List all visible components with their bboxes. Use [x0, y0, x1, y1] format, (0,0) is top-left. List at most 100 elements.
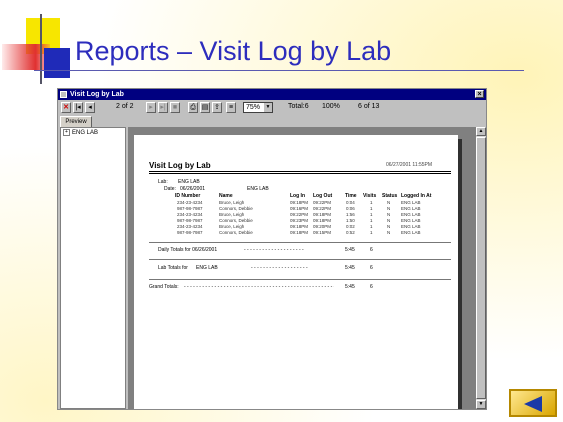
- lab-totals-lab: ENG LAB: [196, 265, 218, 271]
- cell-log-in: 09:16PM: [290, 206, 309, 211]
- tab-bar: Preview: [58, 116, 486, 127]
- report-printed-at: 06/27/2001 11:55PM: [386, 162, 433, 168]
- cell-status: N: [387, 224, 391, 229]
- date-value: 06/26/2001: [180, 186, 206, 192]
- date-label: Date:: [164, 186, 176, 192]
- cell-id: 234-23-4234: [177, 200, 203, 205]
- next-page-icon[interactable]: ▸: [146, 102, 156, 113]
- cell-logged-in-at: ENG LAB: [401, 218, 421, 223]
- tab-preview[interactable]: Preview: [60, 116, 92, 127]
- cell-id: 234-23-4234: [177, 224, 203, 229]
- slide-background: Reports – Visit Log by Lab Visit Log by …: [0, 0, 563, 422]
- report-title: Visit Log by Lab: [149, 161, 211, 170]
- window-close-button[interactable]: ×: [475, 90, 484, 98]
- zoom-select[interactable]: 75% ▼: [243, 102, 273, 113]
- cell-name: Bruce, Leigh: [219, 200, 245, 205]
- lab-totals-visits: 6: [370, 265, 373, 271]
- cell-log-in: 09:23PM: [290, 218, 309, 223]
- cell-id: 987-98-7987: [177, 206, 203, 211]
- group-tree: + ENG LAB: [60, 127, 126, 409]
- cell-log-in: 09:18PM: [290, 224, 309, 229]
- chevron-down-icon[interactable]: ▼: [264, 103, 272, 112]
- scroll-up-icon[interactable]: ▲: [476, 127, 486, 136]
- cell-logged-in-at: ENG LAB: [401, 200, 421, 205]
- lab-totals-time: 5:45: [345, 265, 355, 271]
- cell-name: Bruce, Leigh: [219, 212, 245, 217]
- close-report-button[interactable]: ✕: [61, 102, 71, 113]
- tree-item-label: ENG LAB: [72, 130, 99, 137]
- decor-vertical-line: [40, 14, 42, 84]
- cell-logged-in-at: ENG LAB: [401, 230, 421, 235]
- last-page-icon[interactable]: ▸|: [158, 102, 168, 113]
- app-icon: [60, 91, 67, 98]
- window-titlebar[interactable]: Visit Log by Lab ×: [58, 89, 486, 100]
- first-page-icon[interactable]: |◂: [73, 102, 83, 113]
- cell-id: 987-98-7987: [177, 218, 203, 223]
- daily-totals-dots: - - - - - - - - - - - - - - - - - - - -: [244, 247, 304, 253]
- cell-time: 0:06: [346, 206, 355, 211]
- scroll-down-icon[interactable]: ▼: [476, 400, 486, 409]
- col-id-number: ID Number: [175, 193, 201, 199]
- cell-logged-in-at: ENG LAB: [401, 212, 421, 217]
- col-status: Status: [382, 193, 398, 199]
- cell-status: N: [387, 206, 391, 211]
- toggle-tree-icon[interactable]: ≡: [226, 102, 236, 113]
- grand-totals-time: 5:45: [345, 284, 355, 290]
- scroll-thumb[interactable]: [476, 137, 486, 399]
- cell-log-in: 09:18PM: [290, 200, 309, 205]
- report-preview-area: Visit Log by Lab 06/27/2001 11:55PM Lab:…: [128, 127, 476, 409]
- grand-totals-dots: - - - - - - - - - - - - - - - - - - - - …: [184, 284, 334, 290]
- report-header-rule-2: [149, 173, 451, 174]
- col-visits: Visits: [363, 193, 377, 199]
- col-name: Name: [219, 193, 233, 199]
- cell-logged-in-at: ENG LAB: [401, 224, 421, 229]
- report-window: Visit Log by Lab × ✕ |◂ ◂ 2 of 2 ▸ ▸| ■ …: [57, 88, 487, 410]
- lab-label: Lab:: [158, 179, 168, 185]
- record-count: 6 of 13: [358, 103, 380, 110]
- cell-log-out: 09:15PM: [313, 230, 332, 235]
- cell-name: Connors, Debbie: [219, 218, 253, 223]
- lab-value: ENG LAB: [178, 179, 200, 185]
- cell-status: N: [387, 212, 391, 217]
- report-header-rule: [149, 171, 451, 172]
- lab-totals-label: Lab Totals for: [158, 265, 188, 271]
- print-setup-icon[interactable]: ▤: [200, 102, 210, 113]
- export-icon[interactable]: ⇪: [212, 102, 222, 113]
- cell-time: 0:02: [346, 224, 355, 229]
- decor-blue-square: [44, 48, 70, 78]
- grand-totals-visits: 6: [370, 284, 373, 290]
- lab-totals-rule: [149, 259, 451, 260]
- print-icon[interactable]: ⎙: [188, 102, 198, 113]
- date-lab-value: ENG LAB: [247, 186, 269, 192]
- cell-name: Connors, Debbie: [219, 230, 253, 235]
- cell-log-in: 09:18PM: [290, 230, 309, 235]
- cell-visits: 1: [370, 230, 373, 235]
- grand-totals-label: Grand Totals:: [149, 284, 179, 290]
- total-count: Total:6: [288, 103, 309, 110]
- col-log-out: Log Out: [313, 193, 333, 199]
- zoom-value: 75%: [246, 104, 261, 111]
- back-nav-button[interactable]: [509, 389, 557, 417]
- stop-icon[interactable]: ■: [170, 102, 180, 113]
- cell-name: Bruce, Leigh: [219, 224, 245, 229]
- expand-icon[interactable]: +: [63, 129, 70, 136]
- cell-logged-in-at: ENG LAB: [401, 206, 421, 211]
- cell-time: 1:56: [346, 212, 355, 217]
- cell-id: 234-23-4234: [177, 212, 203, 217]
- previous-page-icon[interactable]: ◂: [85, 102, 95, 113]
- col-time: Time: [345, 193, 357, 199]
- back-arrow-icon: [524, 396, 542, 412]
- daily-totals-label: Daily Totals for 06/26/2001: [158, 247, 218, 253]
- cell-log-out: 09:18PM: [313, 212, 332, 217]
- daily-totals-rule: [149, 242, 451, 243]
- tree-item-eng-lab[interactable]: + ENG LAB: [63, 129, 98, 136]
- slide-title: Reports – Visit Log by Lab: [75, 36, 392, 66]
- page-indicator: 2 of 2: [116, 103, 134, 110]
- report-page: Visit Log by Lab 06/27/2001 11:55PM Lab:…: [134, 135, 458, 409]
- cell-status: N: [387, 218, 391, 223]
- vertical-scrollbar[interactable]: ▲ ▼: [476, 127, 486, 409]
- grand-totals-rule: [149, 279, 451, 280]
- cell-visits: 1: [370, 218, 373, 223]
- cell-log-in: 09:22PM: [290, 212, 309, 217]
- cell-log-out: 09:18PM: [313, 218, 332, 223]
